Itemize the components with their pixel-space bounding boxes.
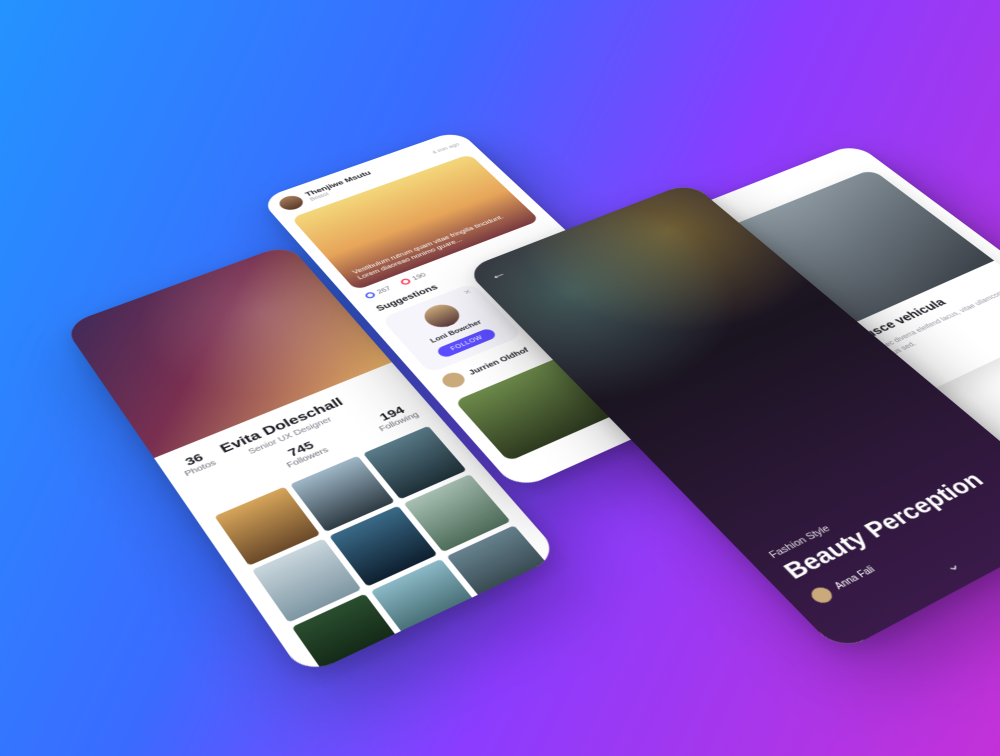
stat-following[interactable]: 194 Following [369, 401, 421, 433]
post-time: 4 min ago [431, 142, 461, 155]
likes-counter[interactable]: 267 [364, 285, 393, 299]
like-icon [364, 291, 377, 299]
profile-screen: 36 Photos Evita Doleschall Senior UX Des… [63, 244, 561, 677]
suggestion-avatar [438, 370, 468, 390]
author-avatar[interactable] [276, 193, 307, 212]
stat-photos[interactable]: 36 Photos [176, 448, 218, 478]
comments-counter[interactable]: 190 [399, 272, 427, 286]
close-icon[interactable]: ✕ [462, 288, 474, 296]
suggestion-name: Jurrien Oldhof [467, 346, 531, 376]
comment-icon [399, 278, 412, 286]
